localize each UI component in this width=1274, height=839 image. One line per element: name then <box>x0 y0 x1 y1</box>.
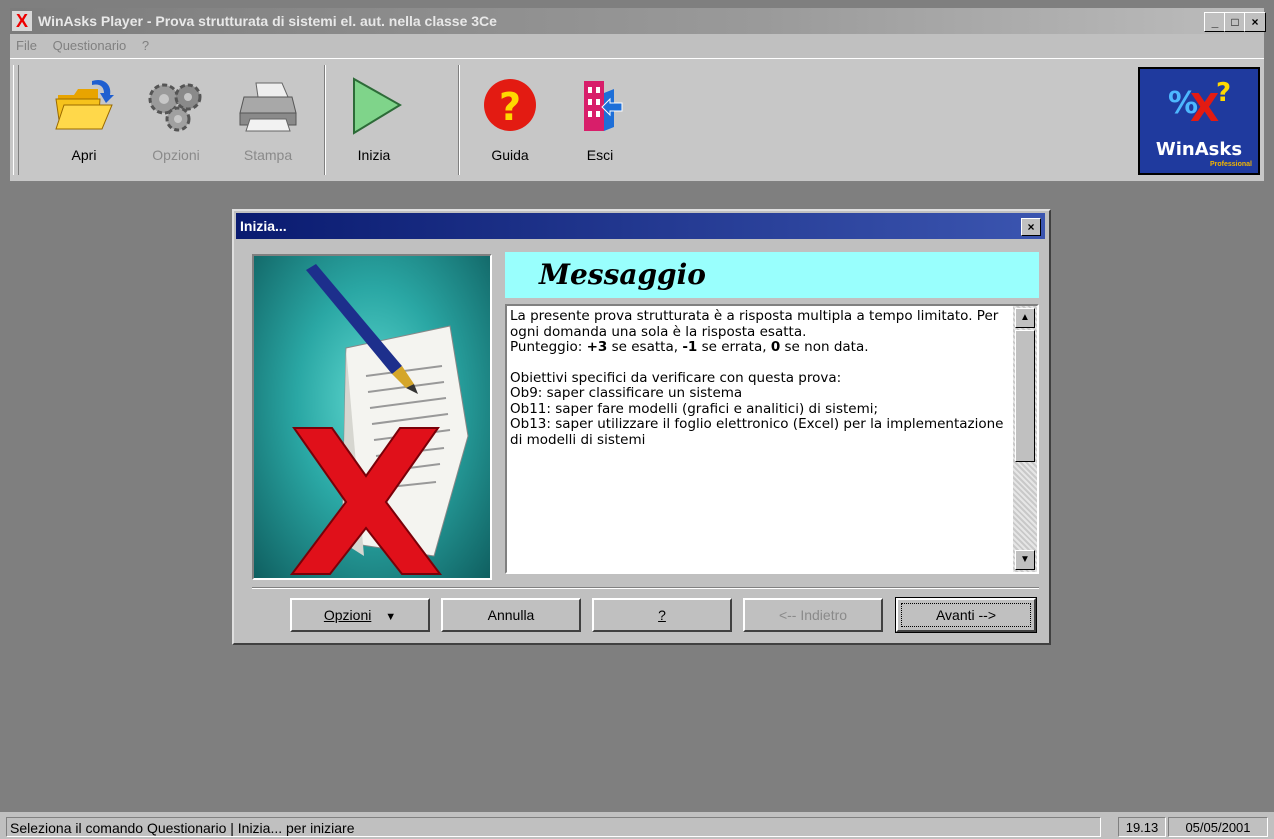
apri-button[interactable]: Apri <box>40 65 128 175</box>
menu-bar: File Questionario ? <box>10 34 1264 58</box>
status-message: Seleziona il comando Questionario | Iniz… <box>6 817 1101 837</box>
help-button[interactable]: ? <box>592 598 732 632</box>
esci-button[interactable]: Esci <box>556 65 644 175</box>
opzioni-label: Opzioni <box>152 147 200 163</box>
window-title: WinAsks Player - Prova strutturata di si… <box>38 13 497 29</box>
status-time: 19.13 <box>1118 817 1166 837</box>
inizia-dialog: Inizia... × Messaggio La presente prova … <box>232 209 1051 645</box>
objective-ob11: Ob11: saper fare modelli (grafici e anal… <box>510 400 879 417</box>
pen-paper-x-illustration <box>290 264 469 575</box>
exit-door-icon <box>584 81 623 131</box>
status-date: 05/05/2001 <box>1168 817 1268 837</box>
objectives-title: Obiettivi specifici da verificare con qu… <box>510 369 842 386</box>
inizia-label: Inizia <box>357 147 391 163</box>
dialog-divider <box>252 587 1039 589</box>
chevron-down-icon: ▼ <box>385 611 397 623</box>
help-icon: ? <box>484 79 536 131</box>
message-paragraph: La presente prova strutturata è a rispos… <box>510 309 999 340</box>
score-line: Punteggio: +3 se esatta, -1 se errata, 0… <box>510 339 1010 356</box>
objective-ob13: Ob13: saper utilizzare il foglio elettro… <box>510 416 1004 448</box>
score-suffix: se non data. <box>780 339 869 355</box>
score-mid2: se errata, <box>697 339 771 355</box>
maximize-button[interactable]: □ <box>1224 12 1246 32</box>
toolbar-separator <box>458 65 460 175</box>
annulla-button[interactable]: Annulla <box>441 598 581 632</box>
inizia-button[interactable]: Inizia <box>330 65 418 175</box>
winasks-logo: % X ? WinAsks Professional <box>1138 67 1260 175</box>
svg-text:?: ? <box>499 85 521 129</box>
app-icon[interactable]: X <box>12 11 32 31</box>
menu-questionario[interactable]: Questionario <box>53 34 127 58</box>
indietro-button[interactable]: <-- Indietro <box>743 598 883 632</box>
toolbar: Apri Opzioni Stampa Inizia ? Guida Esci … <box>10 58 1264 183</box>
printer-icon <box>239 82 297 132</box>
score-mid1: se esatta, <box>607 339 683 355</box>
gears-icon <box>148 83 202 132</box>
scroll-down-button[interactable]: ▼ <box>1015 550 1035 570</box>
avanti-button[interactable]: Avanti --> <box>895 597 1037 633</box>
score-prefix: Punteggio: <box>510 339 587 355</box>
score-blank: 0 <box>770 339 781 355</box>
score-correct: +3 <box>586 339 608 355</box>
logo-sub-text: Professional <box>1209 161 1252 168</box>
menu-help[interactable]: ? <box>142 34 149 58</box>
message-heading: Messaggio <box>505 252 1039 298</box>
dialog-title: Inizia... <box>240 218 287 234</box>
play-icon <box>353 77 402 135</box>
logo-brand-text: WinAsks <box>1155 139 1243 160</box>
illustration-image <box>252 254 492 580</box>
avanti-button-label: Avanti --> <box>901 603 1031 627</box>
message-content: La presente prova strutturata è a rispos… <box>510 309 1010 569</box>
dialog-titlebar[interactable]: Inizia... × <box>236 213 1045 239</box>
percent-x-question-icon: % X ? <box>1168 78 1231 130</box>
guida-button[interactable]: ? Guida <box>466 65 554 175</box>
toolbar-separator <box>324 65 326 175</box>
status-bar: Seleziona il comando Questionario | Iniz… <box>0 812 1274 839</box>
opzioni-button[interactable]: Opzioni <box>132 65 220 175</box>
guida-label: Guida <box>491 147 529 163</box>
minimize-button[interactable]: _ <box>1204 12 1226 32</box>
esci-label: Esci <box>586 147 614 163</box>
toolbar-grip[interactable] <box>13 65 19 175</box>
help-button-label: ? <box>658 607 666 623</box>
scroll-up-button[interactable]: ▲ <box>1015 308 1035 328</box>
message-scrollbar[interactable]: ▲ ▼ <box>1013 306 1037 572</box>
svg-text:?: ? <box>1216 78 1231 108</box>
opzioni-dropdown-button[interactable]: Opzioni ▼ <box>290 598 430 632</box>
menu-file[interactable]: File <box>16 34 37 58</box>
stampa-label: Stampa <box>243 147 293 163</box>
folder-open-icon <box>55 79 114 130</box>
apri-label: Apri <box>71 147 97 163</box>
message-textarea[interactable]: La presente prova strutturata è a rispos… <box>505 304 1039 574</box>
dialog-close-button[interactable]: × <box>1021 218 1041 236</box>
stampa-button[interactable]: Stampa <box>224 65 312 175</box>
window-titlebar[interactable]: X WinAsks Player - Prova strutturata di … <box>10 8 1266 34</box>
scroll-thumb[interactable] <box>1015 330 1035 462</box>
opzioni-button-label: Opzioni <box>323 607 372 623</box>
score-wrong: -1 <box>682 339 698 355</box>
svg-text:X: X <box>1190 86 1219 130</box>
objective-ob9: Ob9: saper classificare un sistema <box>510 385 743 401</box>
close-button[interactable]: × <box>1244 12 1266 32</box>
